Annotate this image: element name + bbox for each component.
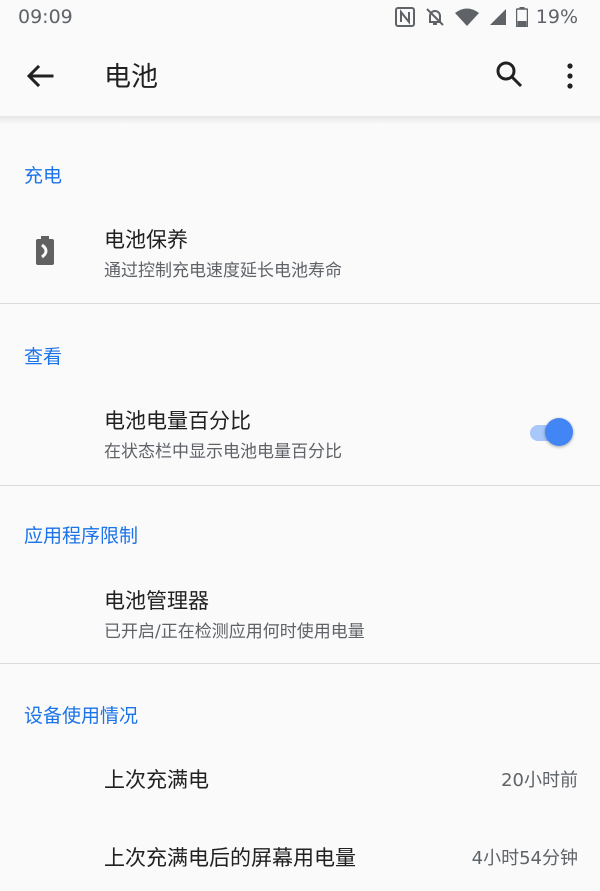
battery-icon [515,7,528,27]
battery-care-title: 电池保养 [104,228,188,252]
section-header-app-restrictions: 应用程序限制 [24,525,139,547]
screen-usage-title: 上次充满电后的屏幕用电量 [104,846,356,870]
section-header-charging: 充电 [24,165,63,187]
status-bar: 09:09 19% [0,0,600,34]
nfc-icon [394,6,416,28]
battery-care-icon [35,236,55,266]
battery-percentage-toggle[interactable] [528,417,576,447]
battery-percentage-title: 电池电量百分比 [104,409,251,433]
app-bar: 电池 [0,34,600,116]
battery-manager-subtitle: 已开启/正在检测应用何时使用电量 [104,622,365,642]
back-arrow-icon[interactable] [22,58,58,94]
screen-usage-value: 4小时54分钟 [471,848,578,869]
status-time: 09:09 [18,6,73,28]
last-full-charge-value: 20小时前 [501,770,578,791]
wifi-icon [454,7,480,27]
divider [0,485,600,486]
divider [0,663,600,664]
signal-icon [488,7,508,27]
bell-off-icon [424,6,446,28]
battery-percent: 19% [535,6,578,28]
page-title: 电池 [104,62,158,93]
section-header-view: 查看 [24,346,63,368]
status-icons: 19% [394,6,578,28]
search-icon[interactable] [493,58,525,90]
section-header-device-usage: 设备使用情况 [24,705,139,727]
battery-care-subtitle: 通过控制充电速度延长电池寿命 [104,261,342,281]
divider [0,303,600,304]
more-vert-icon[interactable] [560,60,580,92]
battery-percentage-subtitle: 在状态栏中显示电池电量百分比 [104,442,342,462]
battery-manager-title: 电池管理器 [104,589,209,613]
app-bar-shadow [0,116,600,124]
toggle-thumb [545,418,573,446]
last-full-charge-title: 上次充满电 [104,768,209,792]
